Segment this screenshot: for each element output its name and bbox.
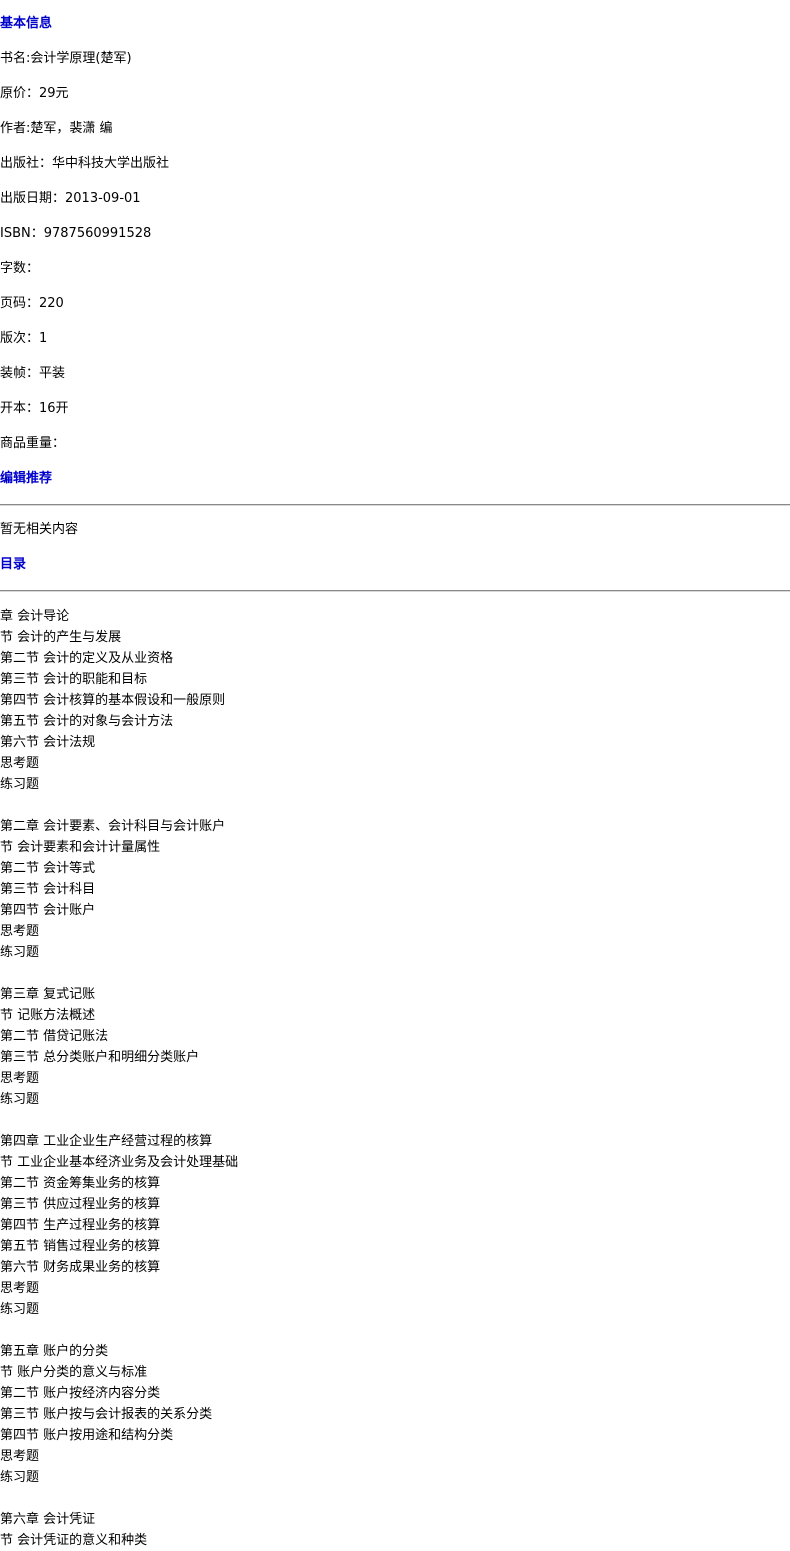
info-line-binding: 装帧：平装 (0, 366, 66, 381)
toc-item-line: 第三节 总分类账户和明细分类账户 (0, 1050, 200, 1065)
editor-recommend-text: 暂无相关内容 (0, 522, 79, 537)
editor-recommend-heading: 编辑推荐 (0, 471, 53, 486)
toc-chapter-spacer (0, 1488, 790, 1509)
info-line-author: 作者:楚军，裴潇 编 (0, 121, 113, 136)
toc-item-line: 第五节 会计的对象与会计方法 (0, 714, 174, 729)
toc-chapter-spacer (0, 1320, 790, 1341)
toc-item-line: 第四节 会计账户 (0, 903, 96, 918)
toc-item-line: 第四节 会计核算的基本假设和一般原则 (0, 693, 226, 708)
toc-item-line: 第五节 销售过程业务的核算 (0, 1239, 161, 1254)
basic-info-list: 书名:会计学原理(楚军) 原价：29元 作者:楚军，裴潇 编 出版社：华中科技大… (0, 51, 790, 452)
toc-item-line: 第三节 账户按与会计报表的关系分类 (0, 1407, 213, 1422)
toc-item-line: 练习题 (0, 777, 40, 792)
toc-chapter-line: 第五章 账户的分类 (0, 1344, 109, 1359)
toc-chapter-spacer (0, 795, 790, 816)
info-line-weight: 商品重量： (0, 436, 66, 451)
basic-info-section: 基本信息 (0, 16, 790, 32)
toc-item-line: 思考题 (0, 1281, 40, 1296)
toc-chapter-line: 第六章 会计凭证 (0, 1512, 96, 1527)
toc-item-line: 练习题 (0, 1302, 40, 1317)
toc-heading: 目录 (0, 557, 27, 572)
basic-info-heading: 基本信息 (0, 16, 53, 31)
toc-item-line: 第二节 借贷记账法 (0, 1029, 109, 1044)
toc-item-line: 第三节 会计的职能和目标 (0, 672, 148, 687)
toc-item-line: 第二节 资金筹集业务的核算 (0, 1176, 161, 1191)
toc-chapter-line: 章 会计导论 (0, 609, 70, 624)
toc-item-line: 练习题 (0, 1092, 40, 1107)
info-line-format: 开本：16开 (0, 401, 69, 416)
toc-item-line: 节 会计的产生与发展 (0, 630, 122, 645)
toc-item-line: 第二节 会计的定义及从业资格 (0, 651, 174, 666)
info-line-pub-date: 出版日期：2013-09-01 (0, 191, 141, 206)
toc-item-line: 第六节 财务成果业务的核算 (0, 1260, 161, 1275)
info-line-word-count: 字数： (0, 261, 40, 276)
toc-chapter-line: 第三章 复式记账 (0, 987, 96, 1002)
divider (0, 504, 790, 506)
toc-item-line: 思考题 (0, 1449, 40, 1464)
divider (0, 590, 790, 592)
toc-item-line: 第二节 会计等式 (0, 861, 96, 876)
toc-item-line: 第三节 供应过程业务的核算 (0, 1197, 161, 1212)
toc-item-line: 第四节 生产过程业务的核算 (0, 1218, 161, 1233)
page: 基本信息 书名:会计学原理(楚军) 原价：29元 作者:楚军，裴潇 编 出版社：… (0, 0, 790, 1548)
toc-item-line: 思考题 (0, 1071, 40, 1086)
toc-item-line: 节 会计要素和会计计量属性 (0, 840, 161, 855)
toc-section: 目录 (0, 557, 790, 573)
toc-item-line: 练习题 (0, 945, 40, 960)
toc-item-line: 节 工业企业基本经济业务及会计处理基础 (0, 1155, 239, 1170)
info-line-pages: 页码：220 (0, 296, 64, 311)
toc-item-line: 第六节 会计法规 (0, 735, 96, 750)
toc-item-line: 第二节 账户按经济内容分类 (0, 1386, 161, 1401)
toc-item-line: 第三节 会计科目 (0, 882, 96, 897)
toc-chapter-line: 第二章 会计要素、会计科目与会计账户 (0, 819, 226, 834)
toc-item-line: 思考题 (0, 756, 40, 771)
toc-item-line: 练习题 (0, 1470, 40, 1485)
toc-item-line: 节 记账方法概述 (0, 1008, 96, 1023)
info-line-price: 原价：29元 (0, 86, 69, 101)
editor-recommend-section: 编辑推荐 (0, 471, 790, 487)
info-line-title: 书名:会计学原理(楚军) (0, 51, 132, 66)
toc-item-line: 第四节 账户按用途和结构分类 (0, 1428, 174, 1443)
toc-chapter-line: 第四章 工业企业生产经营过程的核算 (0, 1134, 213, 1149)
toc-list: 章 会计导论节 会计的产生与发展第二节 会计的定义及从业资格 第三节 会计的职能和… (0, 606, 790, 1551)
toc-item-line: 节 会计凭证的意义和种类 (0, 1533, 148, 1548)
info-line-publisher: 出版社：华中科技大学出版社 (0, 156, 170, 171)
info-line-edition: 版次：1 (0, 331, 48, 346)
info-line-isbn: ISBN：9787560991528 (0, 226, 152, 241)
toc-item-line: 思考题 (0, 924, 40, 939)
toc-chapter-spacer (0, 1110, 790, 1131)
toc-chapter-spacer (0, 963, 790, 984)
toc-item-line: 节 账户分类的意义与标准 (0, 1365, 148, 1380)
